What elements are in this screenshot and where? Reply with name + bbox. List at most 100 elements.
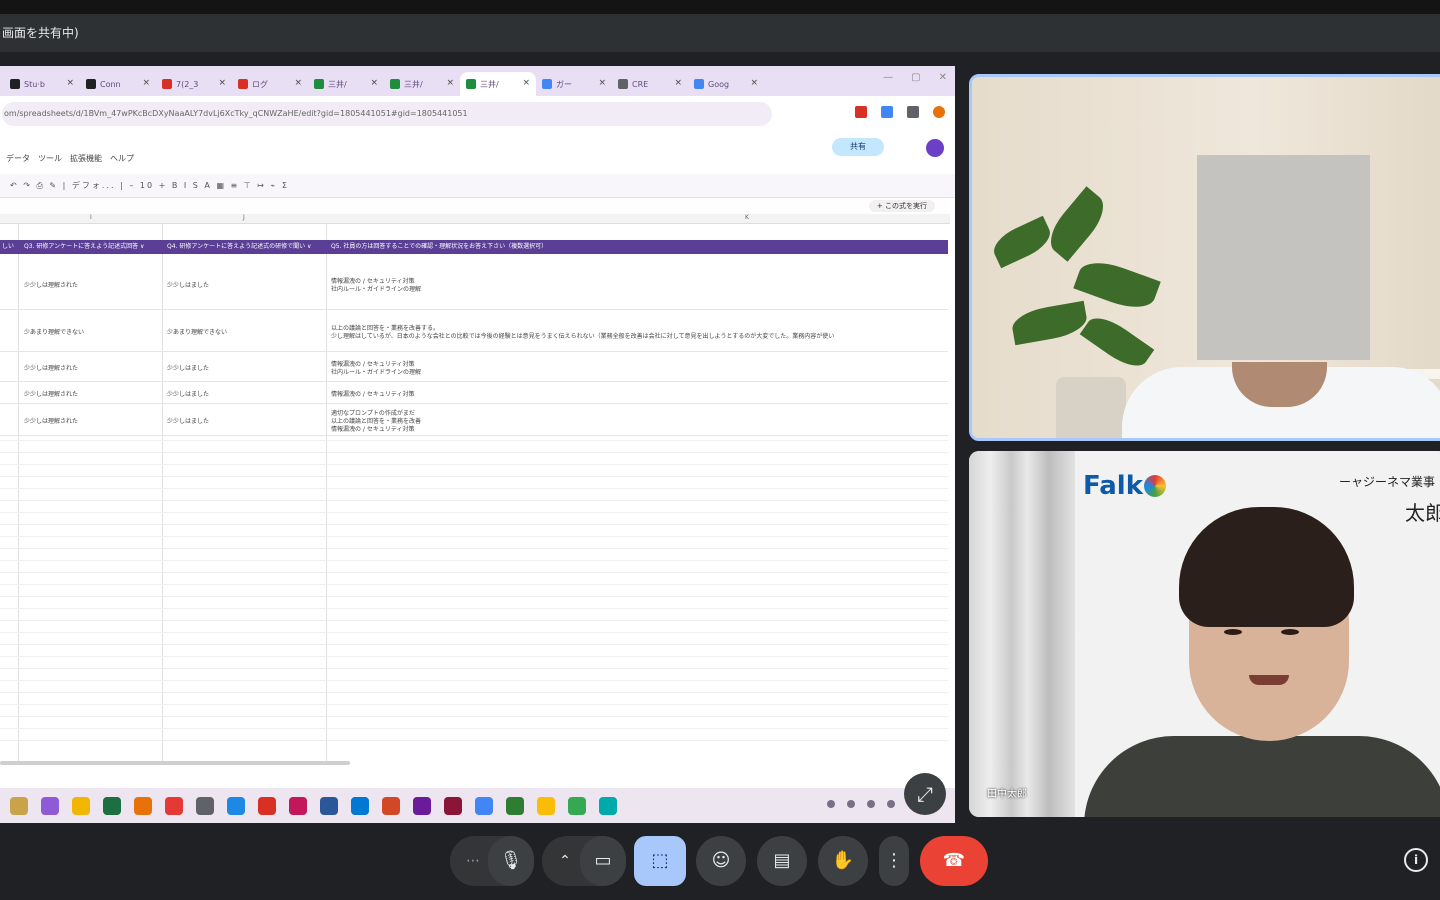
participant-hair — [1179, 507, 1354, 627]
present-screen-button[interactable]: ⬚ — [634, 836, 686, 886]
taskbar-app-icon[interactable] — [599, 796, 617, 815]
font-name: デフォ... — [71, 181, 116, 190]
grid-row-line — [0, 476, 948, 477]
camera-options-button[interactable]: ⌃ — [548, 836, 582, 886]
logo-ring-icon — [1144, 475, 1166, 497]
cell-q3: 少少しは理解された — [24, 365, 79, 372]
more-options-button[interactable]: ⋮ — [879, 836, 909, 886]
raise-hand-button[interactable]: ✋ — [818, 836, 868, 886]
tab-favicon-icon — [238, 79, 248, 89]
tab-close-icon[interactable]: × — [598, 78, 606, 88]
taskbar-app-icon[interactable] — [506, 796, 524, 815]
presenter-title-text: ーャジーネマ業事 — [1339, 475, 1436, 489]
sheets-menu: データ ツール 拡張機能 ヘルプ — [6, 154, 134, 163]
browser-tab[interactable]: CRE × — [612, 72, 688, 96]
taskbar-app-icon[interactable] — [10, 796, 28, 815]
grid-row-line — [0, 716, 948, 717]
header-cell: Q5. 社員の方は回答することでの確認・理解状況をお答え下さい（複数選択可） — [331, 243, 548, 250]
audio-options-button[interactable]: ⋯ — [456, 836, 490, 886]
taskbar-app-icon[interactable] — [103, 796, 121, 815]
header-cell: Q3. 研修アンケートに答えよう記述式回答 ∨ — [24, 243, 145, 250]
tab-close-icon[interactable]: × — [750, 78, 758, 88]
browser-tab[interactable]: 7(2_3 × — [156, 72, 232, 96]
taskbar-app-icon[interactable] — [444, 796, 462, 815]
table-row[interactable]: 少あまり理解できない 少あまり理解できない 以上の議論と回答を・業務を改善する。 少し… — [0, 310, 948, 352]
col-marker: K — [745, 214, 749, 221]
grid-row-line — [0, 536, 948, 537]
browser-tab[interactable]: Goog × — [688, 72, 764, 96]
browser-tab[interactable]: Stu·b × — [4, 72, 80, 96]
cell-q5-line: 情報漏洩の / セキュリティ対策 — [331, 426, 415, 433]
grid-row-line — [0, 440, 948, 441]
shared-screen[interactable]: — ▢ ✕ Stu·b × Conn × 7(2_3 × ログ × 三井/× 三井/× 三井/× ガー × CR… — [0, 66, 955, 823]
captions-button[interactable]: ▤ — [757, 836, 807, 886]
minimize-icon: — — [883, 72, 894, 83]
user-avatar — [926, 139, 944, 157]
tab-close-icon[interactable]: × — [218, 78, 226, 88]
browser-tab[interactable]: 三井/ × — [308, 72, 384, 96]
taskbar-app-icon[interactable] — [320, 796, 338, 815]
table-row[interactable]: 少少しは理解された 少少しはました 情報漏洩の / セキュリティ対策 社内ルール・ガイ… — [0, 352, 948, 382]
browser-tab[interactable]: ログ × — [232, 72, 308, 96]
cell-q3: 少あまり理解できない — [24, 329, 85, 336]
participant-tile-self[interactable] — [969, 74, 1440, 441]
grid-row-line — [0, 500, 948, 501]
taskbar-app-icon[interactable] — [165, 796, 183, 815]
tab-close-icon[interactable]: × — [522, 78, 530, 88]
taskbar-app-icon[interactable] — [351, 796, 369, 815]
tab-close-icon[interactable]: × — [674, 78, 682, 88]
grid-row-line — [0, 464, 948, 465]
sheets-header: データ ツール 拡張機能 ヘルプ 共有 — [0, 132, 955, 174]
taskbar-app-icon[interactable] — [413, 796, 431, 815]
browser-address-bar: om/spreadsheets/d/1BVm_47wPKcBcDXyNaaALY… — [0, 96, 955, 132]
tray-icon — [847, 800, 855, 808]
header-cell: Q4. 研修アンケートに答えよう記述式の研修で聞い ∨ — [167, 243, 312, 250]
tab-close-icon[interactable]: × — [370, 78, 378, 88]
tab-close-icon[interactable]: × — [294, 78, 302, 88]
taskbar-app-icon[interactable] — [72, 796, 90, 815]
cell-q4: 少少しはました — [167, 365, 210, 372]
taskbar-app-icon[interactable] — [196, 796, 214, 815]
download-icon — [907, 106, 919, 118]
grid-row-line — [0, 584, 948, 585]
participant-tile-presenter[interactable]: Falk ーャジーネマ業事 太郎 田中太郎 — [969, 451, 1440, 817]
meeting-info-icon[interactable]: i — [1404, 848, 1428, 872]
expand-icon[interactable]: ⤢ — [904, 773, 946, 815]
browser-tab[interactable]: 三井/ × — [384, 72, 460, 96]
tab-label: 三井/ — [480, 79, 499, 89]
tab-close-icon[interactable]: × — [142, 78, 150, 88]
windows-taskbar — [0, 788, 955, 823]
tab-favicon-icon — [314, 79, 324, 89]
company-logo: Falk — [1083, 471, 1143, 501]
column-headers: I J K — [0, 214, 950, 224]
taskbar-app-icon[interactable] — [568, 796, 586, 815]
tab-label: CRE — [632, 79, 649, 89]
tab-close-icon[interactable]: × — [66, 78, 74, 88]
browser-tab[interactable]: 三井/ × — [460, 72, 536, 96]
browser-tab[interactable]: Conn × — [80, 72, 156, 96]
taskbar-app-icon[interactable] — [289, 796, 307, 815]
browser-tab[interactable]: ガー × — [536, 72, 612, 96]
tab-close-icon[interactable]: × — [446, 78, 454, 88]
camera-control-group: ⌃ ▭ — [542, 836, 626, 886]
taskbar-app-icon[interactable] — [134, 796, 152, 815]
table-row[interactable]: 少少しは理解された 少少しはました 適切なプロンプトの作成がまだ 以上の議論と回答を・… — [0, 404, 948, 436]
taskbar-app-icon[interactable] — [258, 796, 276, 815]
leave-call-button[interactable]: ☎ — [920, 836, 988, 886]
taskbar-app-icon[interactable] — [475, 796, 493, 815]
table-row[interactable]: 少少しは理解された 少少しはました 情報漏洩の / セキュリティ対策 社内ルール・ガイ… — [0, 258, 948, 310]
virtual-background-stripes — [969, 451, 1075, 817]
participant-eye — [1224, 629, 1242, 635]
taskbar-app-icon[interactable] — [41, 796, 59, 815]
table-row[interactable]: 少少しは理解された 少少しはました 情報漏洩の / セキュリティ対策 — [0, 382, 948, 404]
grid-row-line — [0, 524, 948, 525]
camera-button[interactable]: ▭ — [580, 836, 626, 886]
taskbar-app-icon[interactable] — [227, 796, 245, 815]
grid-row-line — [0, 560, 948, 561]
reactions-button[interactable]: ☺ — [696, 836, 746, 886]
tab-label: 7(2_3 — [176, 79, 199, 89]
microphone-button[interactable]: 🎙 — [488, 836, 534, 886]
taskbar-app-icon[interactable] — [382, 796, 400, 815]
participant-body — [1084, 736, 1440, 817]
taskbar-app-icon[interactable] — [537, 796, 555, 815]
